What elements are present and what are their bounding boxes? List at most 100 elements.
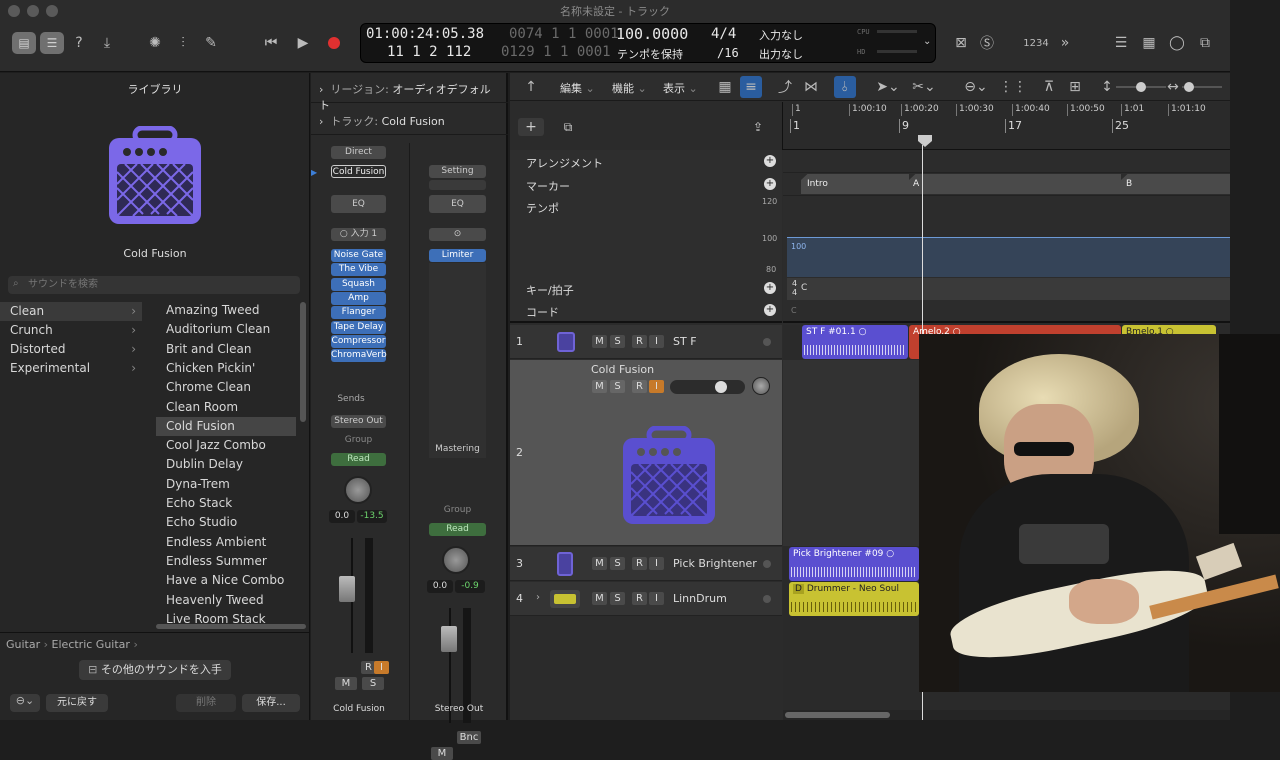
add-signature-button[interactable]: + bbox=[764, 282, 776, 294]
input-monitor-button[interactable]: I bbox=[649, 335, 664, 348]
region-inspector-header[interactable]: › リージョン: オーディオデフォルト bbox=[311, 73, 508, 112]
play-button[interactable]: ▶ bbox=[292, 32, 314, 54]
library-toggle-button[interactable]: ▤ bbox=[12, 32, 36, 54]
revert-button[interactable]: 元に戻す bbox=[46, 694, 108, 712]
time-signature[interactable]: 44 bbox=[792, 279, 797, 297]
folder-button[interactable]: ⇪ bbox=[746, 118, 770, 136]
playhead-handle[interactable] bbox=[918, 135, 932, 147]
inspector-toggle-button[interactable]: ☰ bbox=[40, 32, 64, 54]
solo-button[interactable]: S bbox=[610, 380, 625, 393]
solo-button[interactable]: S bbox=[610, 335, 625, 348]
mute-button[interactable]: M bbox=[431, 747, 453, 760]
rewind-button[interactable]: ⏮ bbox=[260, 32, 282, 54]
mute-button[interactable]: M bbox=[335, 677, 357, 690]
browsers-button[interactable]: ⧉ bbox=[1194, 32, 1216, 54]
lcd-tempo-mode[interactable]: テンポを保持 bbox=[617, 46, 683, 62]
help-button[interactable]: ? bbox=[68, 32, 90, 54]
key-signature[interactable]: C bbox=[801, 283, 807, 293]
plugin-slot-limiter[interactable]: Limiter bbox=[429, 249, 486, 262]
fit-vertical-button[interactable]: ⊼ bbox=[1038, 76, 1060, 98]
list-editors-button[interactable]: ☰ bbox=[1110, 32, 1132, 54]
chevron-down-icon[interactable]: ⌄ bbox=[923, 36, 931, 47]
category-item[interactable]: Distorted › bbox=[0, 340, 142, 359]
patch-item[interactable]: Echo Stack bbox=[156, 494, 296, 513]
toolbar-toggle-button[interactable]: ⤓ bbox=[96, 32, 118, 54]
solo-button[interactable]: S bbox=[610, 592, 625, 605]
mute-button[interactable]: M bbox=[592, 557, 607, 570]
vertical-zoom-slider[interactable] bbox=[1116, 82, 1166, 92]
add-marker-button[interactable]: + bbox=[764, 178, 776, 190]
track-name[interactable]: LinnDrum bbox=[673, 592, 727, 605]
plugin-slot[interactable]: Tape Delay bbox=[331, 320, 386, 334]
track-header-2[interactable]: 2 Cold Fusion M S R I bbox=[510, 360, 782, 546]
input-monitor-button[interactable]: I bbox=[649, 592, 664, 605]
marker-a[interactable]: A bbox=[909, 174, 1121, 194]
record-enable-button[interactable]: R bbox=[632, 557, 647, 570]
mixer-button[interactable]: ⫶ bbox=[172, 32, 194, 54]
input-monitor-button[interactable]: I bbox=[649, 557, 664, 570]
solo-button[interactable]: S bbox=[610, 557, 625, 570]
view-menu[interactable]: 表示 ⌄ bbox=[663, 80, 698, 96]
pan-knob[interactable] bbox=[344, 476, 372, 504]
automation-mode-button[interactable]: Read bbox=[331, 453, 386, 466]
track-name[interactable]: ST F bbox=[673, 335, 697, 348]
patch-item[interactable]: Endless Summer bbox=[156, 552, 296, 571]
eq-button[interactable]: EQ bbox=[331, 195, 386, 213]
lcd-display[interactable]: 01:00:24:05.38 0074 1 1 0001 11 1 2 112 … bbox=[360, 23, 936, 63]
setting-button[interactable]: Setting bbox=[429, 165, 486, 178]
category-item[interactable]: Experimental › bbox=[0, 359, 142, 378]
horizontal-scrollbar[interactable] bbox=[785, 712, 890, 718]
lcd-tempo[interactable]: 100.0000 bbox=[616, 25, 688, 43]
region-options-menu[interactable]: ⊖⌄ bbox=[960, 76, 992, 98]
solo-button[interactable]: Ⓢ bbox=[976, 32, 998, 54]
loop-browser-button[interactable]: ◯ bbox=[1166, 32, 1188, 54]
breadcrumb-electric-guitar[interactable]: Electric Guitar bbox=[52, 638, 130, 651]
disclosure-arrow-icon[interactable]: › bbox=[536, 592, 540, 603]
slider-thumb[interactable] bbox=[1184, 82, 1194, 92]
horizontal-zoom-slider[interactable] bbox=[1182, 82, 1222, 92]
automation-button[interactable]: ⤴ bbox=[774, 76, 796, 98]
track-volume-slider[interactable] bbox=[670, 380, 745, 394]
pan-knob[interactable] bbox=[442, 546, 470, 574]
get-more-sounds-button[interactable]: ⊟ その他のサウンドを入手 bbox=[79, 660, 231, 680]
patch-item[interactable]: Chrome Clean bbox=[156, 378, 296, 397]
mute-button[interactable]: M bbox=[592, 592, 607, 605]
plugin-slot[interactable]: Flanger bbox=[331, 306, 386, 320]
patch-item[interactable]: Echo Studio bbox=[156, 513, 296, 532]
region-drummer[interactable]: D Drummer - Neo Soul bbox=[789, 582, 919, 616]
track-header-4[interactable]: 4 › M S R I LinnDrum bbox=[510, 582, 782, 616]
pointer-tool-menu[interactable]: ➤⌄ bbox=[874, 76, 902, 98]
region-st-f[interactable]: ST F #01.1 ○ bbox=[802, 325, 908, 359]
patch-list-scrollbar[interactable] bbox=[300, 302, 306, 422]
record-enable-button[interactable]: R bbox=[632, 592, 647, 605]
signature-lane[interactable]: 44 C bbox=[787, 278, 1230, 300]
bounce-button[interactable]: Bnc bbox=[457, 731, 481, 744]
mute-button[interactable]: M bbox=[592, 335, 607, 348]
breadcrumb-guitar[interactable]: Guitar bbox=[6, 638, 40, 651]
lcd-output[interactable]: 出力なし bbox=[759, 46, 803, 62]
library-search[interactable]: ⌕ bbox=[8, 276, 300, 294]
region-pick-brightener[interactable]: Pick Brightener #09 ○ bbox=[789, 547, 919, 581]
editors-button[interactable]: ✎ bbox=[200, 32, 222, 54]
delete-button[interactable]: 削除 bbox=[176, 694, 236, 712]
input-monitor-button[interactable]: I bbox=[649, 380, 664, 393]
marker-intro[interactable]: Intro bbox=[801, 174, 909, 194]
save-button[interactable]: 保存... bbox=[242, 694, 300, 712]
patch-item[interactable]: Clean Room bbox=[156, 398, 296, 417]
library-options-button[interactable]: ⊖⌄ bbox=[10, 694, 40, 712]
volume-fader[interactable] bbox=[441, 626, 457, 652]
waveform-zoom-button[interactable]: ⋮⋮ bbox=[999, 76, 1027, 98]
add-track-button[interactable]: + bbox=[518, 118, 544, 136]
track-name[interactable]: Pick Brightener bbox=[673, 557, 757, 570]
track-name[interactable]: Cold Fusion bbox=[591, 363, 654, 376]
patch-item[interactable]: Brit and Clean bbox=[156, 340, 296, 359]
plugin-slot[interactable]: The Vibe bbox=[331, 263, 386, 277]
grid-view-button[interactable]: ▦ bbox=[714, 76, 736, 98]
lcd-division[interactable]: /16 bbox=[717, 46, 739, 60]
lcd-signature[interactable]: 4/4 bbox=[711, 26, 736, 42]
direct-button[interactable]: Direct bbox=[331, 146, 386, 159]
edit-menu[interactable]: 編集 ⌄ bbox=[560, 80, 595, 96]
replace-button[interactable]: ⊠ bbox=[950, 32, 972, 54]
patch-item[interactable]: Endless Ambient bbox=[156, 533, 296, 552]
plugin-slot[interactable]: Squash bbox=[331, 277, 386, 291]
